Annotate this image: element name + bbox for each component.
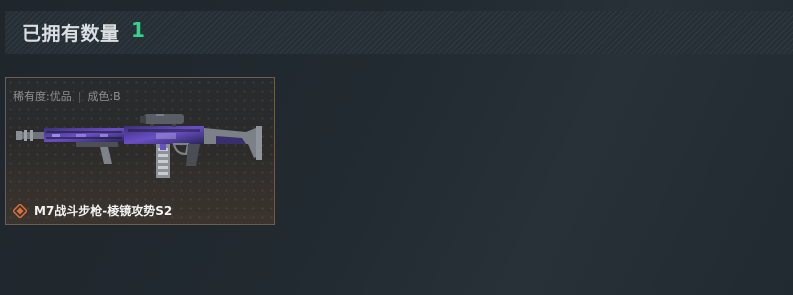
attribute-separator: | xyxy=(77,90,82,103)
item-card[interactable]: 稀有度:优品 | 成色:B M7战斗步枪-棱镜攻势S2 xyxy=(5,77,275,225)
rarity-label: 稀有度:优品 xyxy=(13,90,72,103)
condition-label: 成色:B xyxy=(87,90,121,103)
item-attributes: 稀有度:优品 | 成色:B xyxy=(13,88,121,104)
item-footer: M7战斗步枪-棱镜攻势S2 xyxy=(13,202,172,219)
item-name: M7战斗步枪-棱镜攻势S2 xyxy=(34,204,173,218)
owned-count-value: 1 xyxy=(131,18,145,42)
owned-count-label: 已拥有数量 xyxy=(22,23,120,45)
owned-count-header: 已拥有数量 1 xyxy=(5,11,793,54)
quality-diamond-icon xyxy=(13,203,27,218)
rifle-image xyxy=(16,114,262,178)
